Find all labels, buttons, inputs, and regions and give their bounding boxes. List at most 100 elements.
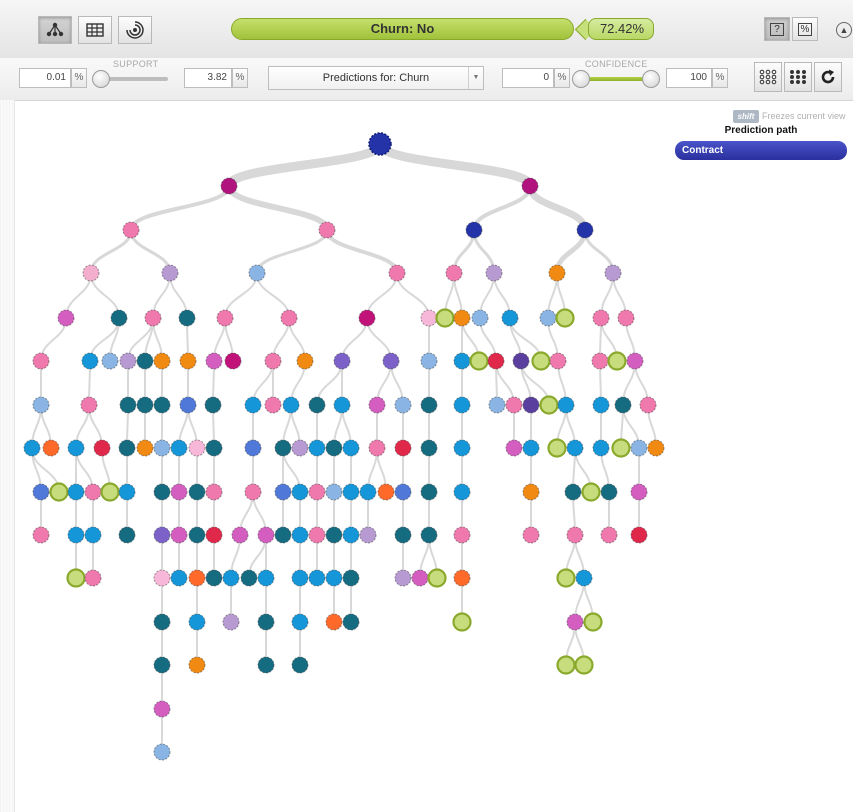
tree-node[interactable] xyxy=(240,569,258,587)
tree-node[interactable] xyxy=(566,613,584,631)
tree-node[interactable] xyxy=(325,483,343,501)
tree-node[interactable] xyxy=(257,569,275,587)
tree-leaf-node[interactable] xyxy=(435,308,455,328)
tree-node[interactable] xyxy=(505,396,523,414)
tree-node[interactable] xyxy=(394,483,412,501)
show-question-button[interactable]: ? xyxy=(764,17,790,41)
tree-node[interactable] xyxy=(512,352,530,370)
tree-node[interactable] xyxy=(368,439,386,457)
predictions-select[interactable]: Predictions for: Churn ▼ xyxy=(268,66,484,90)
tree-node[interactable] xyxy=(411,569,429,587)
tree-node[interactable] xyxy=(84,526,102,544)
tree-node[interactable] xyxy=(539,309,557,327)
confidence-max-input[interactable]: 100 xyxy=(666,68,712,88)
tree-node[interactable] xyxy=(604,264,622,282)
tree-root-node[interactable] xyxy=(368,132,392,156)
tree-node[interactable] xyxy=(325,439,343,457)
tree-node[interactable] xyxy=(453,483,471,501)
tree-node[interactable] xyxy=(626,352,644,370)
tree-node[interactable] xyxy=(244,439,262,457)
tree-node[interactable] xyxy=(280,309,298,327)
tree-node[interactable] xyxy=(222,613,240,631)
tree-node[interactable] xyxy=(318,221,336,239)
tree-node[interactable] xyxy=(592,309,610,327)
support-min-input[interactable]: 0.01 xyxy=(19,68,71,88)
tree-node[interactable] xyxy=(170,569,188,587)
tree-node[interactable] xyxy=(394,569,412,587)
tree-node[interactable] xyxy=(257,656,275,674)
tree-node[interactable] xyxy=(67,439,85,457)
tree-node[interactable] xyxy=(617,309,635,327)
tree-node[interactable] xyxy=(136,439,154,457)
tree-leaf-node[interactable] xyxy=(611,438,631,458)
support-max-input[interactable]: 3.82 xyxy=(184,68,232,88)
tree-leaf-node[interactable] xyxy=(66,568,86,588)
tree-node[interactable] xyxy=(549,352,567,370)
grid-view-button[interactable] xyxy=(78,16,112,44)
tree-node[interactable] xyxy=(420,352,438,370)
tree-node[interactable] xyxy=(296,352,314,370)
tree-node[interactable] xyxy=(23,439,41,457)
tree-node[interactable] xyxy=(566,526,584,544)
collapse-toggle-icon[interactable]: ▲ xyxy=(836,22,852,38)
sunburst-view-button[interactable] xyxy=(118,16,152,44)
tree-node[interactable] xyxy=(394,439,412,457)
collapse-all-button[interactable] xyxy=(784,62,812,92)
tree-node[interactable] xyxy=(118,483,136,501)
tree-node[interactable] xyxy=(153,396,171,414)
tree-node[interactable] xyxy=(453,439,471,457)
tree-node[interactable] xyxy=(153,700,171,718)
tree-node[interactable] xyxy=(188,613,206,631)
tree-node[interactable] xyxy=(342,569,360,587)
tree-node[interactable] xyxy=(394,396,412,414)
tree-leaf-node[interactable] xyxy=(547,438,567,458)
reset-button[interactable] xyxy=(814,62,842,92)
tree-leaf-node[interactable] xyxy=(469,351,489,371)
tree-node[interactable] xyxy=(453,526,471,544)
tree-node[interactable] xyxy=(453,569,471,587)
confidence-slider-max-handle[interactable] xyxy=(642,70,660,88)
tree-node[interactable] xyxy=(591,352,609,370)
tree-node[interactable] xyxy=(257,526,275,544)
tree-node[interactable] xyxy=(368,396,386,414)
tree-node[interactable] xyxy=(333,396,351,414)
tree-node[interactable] xyxy=(592,439,610,457)
tree-node[interactable] xyxy=(471,309,489,327)
tree-node[interactable] xyxy=(420,396,438,414)
tree-node[interactable] xyxy=(358,309,376,327)
tree-node[interactable] xyxy=(521,177,539,195)
tree-node[interactable] xyxy=(564,483,582,501)
tree-node[interactable] xyxy=(592,396,610,414)
tree-node[interactable] xyxy=(548,264,566,282)
tree-node[interactable] xyxy=(179,396,197,414)
tree-node[interactable] xyxy=(485,264,503,282)
tree-node[interactable] xyxy=(178,309,196,327)
tree-node[interactable] xyxy=(153,656,171,674)
tree-node[interactable] xyxy=(84,483,102,501)
tree-node[interactable] xyxy=(394,526,412,544)
tree-node[interactable] xyxy=(333,352,351,370)
tree-node[interactable] xyxy=(420,526,438,544)
tree-node[interactable] xyxy=(630,526,648,544)
tree-node[interactable] xyxy=(244,483,262,501)
tree-node[interactable] xyxy=(308,439,326,457)
tree-node[interactable] xyxy=(274,439,292,457)
tree-node[interactable] xyxy=(453,309,471,327)
tree-node[interactable] xyxy=(600,483,618,501)
tree-node[interactable] xyxy=(274,526,292,544)
tree-node[interactable] xyxy=(291,613,309,631)
tree-node[interactable] xyxy=(153,743,171,761)
tree-node[interactable] xyxy=(170,439,188,457)
tree-node[interactable] xyxy=(453,352,471,370)
tree-node[interactable] xyxy=(222,569,240,587)
tree-node[interactable] xyxy=(614,396,632,414)
confidence-slider-min-handle[interactable] xyxy=(572,70,590,88)
tree-leaf-node[interactable] xyxy=(49,482,69,502)
tree-node[interactable] xyxy=(122,221,140,239)
tree-node[interactable] xyxy=(153,439,171,457)
tree-node[interactable] xyxy=(67,483,85,501)
tree-node[interactable] xyxy=(136,396,154,414)
tree-node[interactable] xyxy=(575,569,593,587)
tree-node[interactable] xyxy=(359,483,377,501)
tree-node[interactable] xyxy=(205,352,223,370)
